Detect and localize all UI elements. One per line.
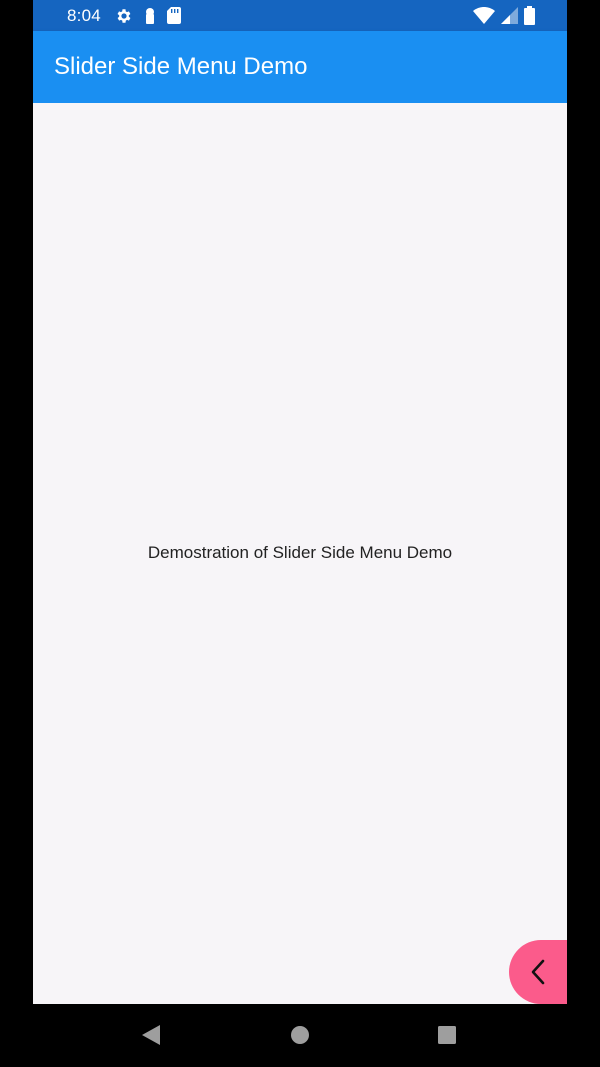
status-bar: 8:04 <box>33 0 567 31</box>
battery-icon <box>524 6 535 25</box>
wifi-icon <box>473 7 495 24</box>
main-content: Demostration of Slider Side Menu Demo <box>33 103 567 1004</box>
phone-screen: 8:04 Slider Side Menu Demo Demostration … <box>33 0 567 1067</box>
app-title: Slider Side Menu Demo <box>54 53 308 80</box>
keyhole-icon <box>143 7 157 25</box>
system-nav-bar <box>33 1004 567 1067</box>
demo-text: Demostration of Slider Side Menu Demo <box>147 543 453 562</box>
status-left-icons <box>115 7 181 25</box>
sd-card-icon <box>166 7 181 24</box>
back-icon[interactable] <box>141 1024 161 1046</box>
menu-toggle-button[interactable] <box>509 940 567 1004</box>
status-right-icons <box>473 6 535 25</box>
chevron-left-icon <box>527 959 549 985</box>
cell-signal-icon <box>501 7 518 24</box>
gear-icon <box>115 7 133 25</box>
home-icon[interactable] <box>290 1024 310 1046</box>
status-time: 8:04 <box>67 5 101 25</box>
recents-icon[interactable] <box>437 1024 457 1046</box>
app-bar: Slider Side Menu Demo <box>33 31 567 103</box>
